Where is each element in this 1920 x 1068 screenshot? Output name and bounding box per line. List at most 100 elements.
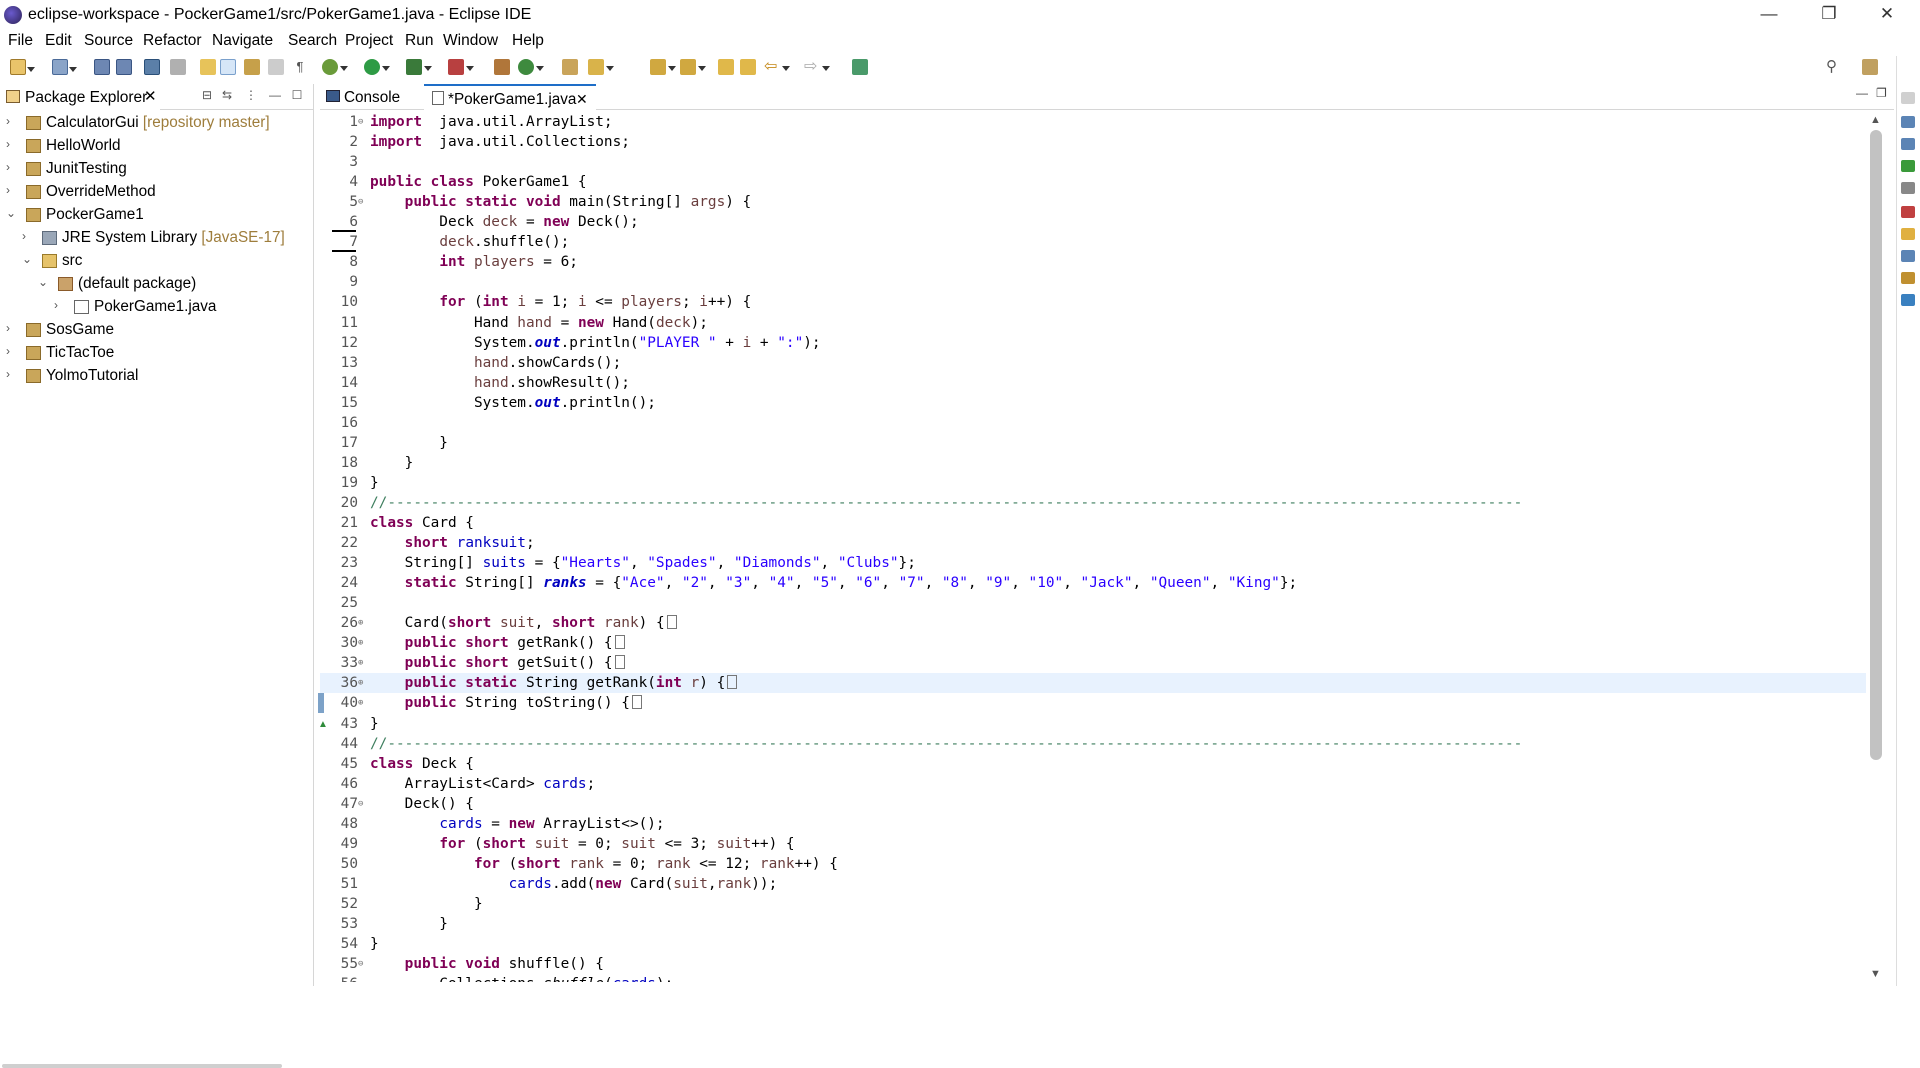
- save-all-icon[interactable]: [116, 59, 132, 75]
- code-line[interactable]: 43}: [320, 714, 1866, 734]
- code-line[interactable]: 24 static String[] ranks = {"Ace", "2", …: [320, 573, 1866, 593]
- menu-navigate[interactable]: Navigate: [212, 32, 273, 50]
- code-line[interactable]: 51 cards.add(new Card(suit,rank));: [320, 874, 1866, 894]
- code-line[interactable]: 45 class Deck {: [320, 754, 1866, 774]
- forward-edit-icon[interactable]: [740, 59, 756, 75]
- code-line[interactable]: 46 ArrayList<Card> cards;: [320, 774, 1866, 794]
- word-wrap-icon[interactable]: [244, 59, 260, 75]
- tree-item[interactable]: › JRE System Library [JavaSE-17]: [0, 227, 314, 250]
- tree-item[interactable]: › JunitTesting: [0, 158, 314, 181]
- code-line[interactable]: 17 }: [320, 433, 1866, 453]
- menu-run[interactable]: Run: [405, 32, 433, 50]
- code-line[interactable]: 18 }: [320, 453, 1866, 473]
- search-icon[interactable]: ⚲: [1826, 59, 1842, 75]
- close-icon[interactable]: ✕: [576, 91, 588, 108]
- javadoc-icon[interactable]: [1901, 228, 1915, 240]
- menu-source[interactable]: Source: [84, 32, 133, 50]
- save-icon[interactable]: [94, 59, 110, 75]
- expand-arrow-icon[interactable]: ›: [54, 298, 66, 312]
- collapsed-block-icon[interactable]: [614, 635, 625, 650]
- hierarchy-icon[interactable]: [1901, 138, 1915, 150]
- code-line[interactable]: 36 ⊕ public static String getRank(int r) …: [320, 673, 1866, 694]
- fold-toggle-icon[interactable]: ⊕: [358, 673, 368, 693]
- code-line[interactable]: 4 public class PokerGame1 {: [320, 172, 1866, 192]
- fold-toggle-icon[interactable]: ⊖: [358, 112, 368, 132]
- restore-button[interactable]: ❐: [1806, 0, 1852, 30]
- outline-icon[interactable]: [1901, 116, 1915, 128]
- search-view-icon[interactable]: [1901, 272, 1915, 284]
- run-icon[interactable]: [364, 59, 390, 75]
- block-select-icon[interactable]: [268, 59, 284, 75]
- debug-icon[interactable]: [322, 59, 348, 75]
- code-line[interactable]: 8 int players = 6;: [320, 252, 1866, 272]
- code-line[interactable]: 14 hand.showResult();: [320, 373, 1866, 393]
- tree-item[interactable]: › PokerGame1.java: [0, 296, 314, 319]
- collapsed-block-icon[interactable]: [614, 655, 625, 670]
- horizontal-scrollbar[interactable]: [2, 1064, 282, 1068]
- external-tools-icon[interactable]: [448, 59, 474, 75]
- scroll-thumb[interactable]: [1870, 130, 1882, 760]
- tree-item[interactable]: ⌄ PockerGame1: [0, 204, 314, 227]
- properties-icon[interactable]: [1901, 182, 1915, 194]
- declaration-icon[interactable]: [1901, 250, 1915, 262]
- code-line[interactable]: 2 import java.util.Collections;: [320, 132, 1866, 152]
- fold-toggle-icon[interactable]: ⊖: [358, 954, 368, 974]
- tree-item[interactable]: › HelloWorld: [0, 135, 314, 158]
- last-edit-location-icon[interactable]: [718, 59, 734, 75]
- expand-arrow-icon[interactable]: ›: [6, 160, 18, 174]
- expand-arrow-icon[interactable]: ⌄: [6, 206, 18, 220]
- fold-toggle-icon[interactable]: ⊖: [358, 192, 368, 212]
- code-line[interactable]: 26 ⊕ Card(short suit, short rank) {: [320, 613, 1866, 633]
- fold-toggle-icon[interactable]: ⊕: [358, 693, 368, 713]
- code-editor[interactable]: 1 ⊖ import java.util.ArrayList; 2 import jav…: [320, 112, 1866, 982]
- menu-refactor[interactable]: Refactor: [143, 32, 202, 50]
- back-icon[interactable]: ⇦: [764, 59, 790, 75]
- collapsed-block-icon[interactable]: [727, 675, 738, 690]
- code-line[interactable]: 16: [320, 413, 1866, 433]
- code-line[interactable]: 53 }: [320, 914, 1866, 934]
- skip-breakpoints-icon[interactable]: [170, 59, 186, 75]
- code-line[interactable]: 5 ⊖ public static void main(String[] args…: [320, 192, 1866, 212]
- code-line[interactable]: 15 System.out.println();: [320, 393, 1866, 413]
- pin-editor-icon[interactable]: [852, 59, 868, 75]
- code-line[interactable]: 56 Collections.shuffle(cards);: [320, 974, 1866, 982]
- expand-arrow-icon[interactable]: ›: [6, 344, 18, 358]
- menu-help[interactable]: Help: [512, 32, 544, 50]
- code-line[interactable]: 48 cards = new ArrayList<>();: [320, 814, 1866, 834]
- toggle-mark-occurrences-icon[interactable]: [200, 59, 216, 75]
- open-type-icon[interactable]: [562, 59, 578, 75]
- view-menu-icon[interactable]: ⋮: [244, 89, 258, 102]
- code-line[interactable]: 12 System.out.println("PLAYER " + i + ":…: [320, 333, 1866, 353]
- tree-item[interactable]: ⌄ src: [0, 250, 314, 273]
- new-icon[interactable]: [10, 59, 35, 75]
- open-perspective-icon[interactable]: [1862, 59, 1878, 75]
- tab-console[interactable]: Console: [320, 84, 422, 110]
- expand-arrow-icon[interactable]: ›: [6, 114, 18, 128]
- menu-edit[interactable]: Edit: [45, 32, 72, 50]
- expand-arrow-icon[interactable]: ›: [6, 183, 18, 197]
- code-line[interactable]: 44 //------------------------------------…: [320, 734, 1866, 754]
- code-line[interactable]: 50 for (short rank = 0; rank <= 12; rank…: [320, 854, 1866, 874]
- code-line[interactable]: 23 String[] suits = {"Hearts", "Spades",…: [320, 553, 1866, 573]
- code-line[interactable]: 3: [320, 152, 1866, 172]
- expand-arrow-icon[interactable]: ⌄: [38, 275, 50, 289]
- tab-pokergame1-java[interactable]: *PokerGame1.java ✕: [424, 84, 596, 110]
- terminal-icon[interactable]: [144, 59, 160, 75]
- problems-icon[interactable]: [1901, 206, 1915, 218]
- code-line[interactable]: 22 short ranksuit;: [320, 533, 1866, 553]
- tree-item[interactable]: › CalculatorGui [repository master]: [0, 112, 314, 135]
- code-line[interactable]: 21 class Card {: [320, 513, 1866, 533]
- tree-item[interactable]: › TicTacToe: [0, 342, 314, 365]
- expand-arrow-icon[interactable]: ›: [6, 137, 18, 151]
- close-icon[interactable]: ✕: [144, 87, 157, 105]
- code-line[interactable]: 7 deck.shuffle();: [320, 232, 1866, 252]
- code-line[interactable]: 52 }: [320, 894, 1866, 914]
- close-button[interactable]: ✕: [1864, 0, 1910, 30]
- vertical-scrollbar[interactable]: ▲ ▼: [1866, 112, 1886, 986]
- forward-icon[interactable]: ⇨: [804, 59, 830, 75]
- code-line[interactable]: 33 ⊕ public short getSuit() {: [320, 653, 1866, 673]
- minimize-view-icon[interactable]: —: [268, 89, 282, 102]
- scroll-down-icon[interactable]: ▼: [1870, 968, 1881, 980]
- menu-file[interactable]: File: [8, 32, 33, 50]
- code-line[interactable]: 55 ⊖ public void shuffle() {: [320, 954, 1866, 974]
